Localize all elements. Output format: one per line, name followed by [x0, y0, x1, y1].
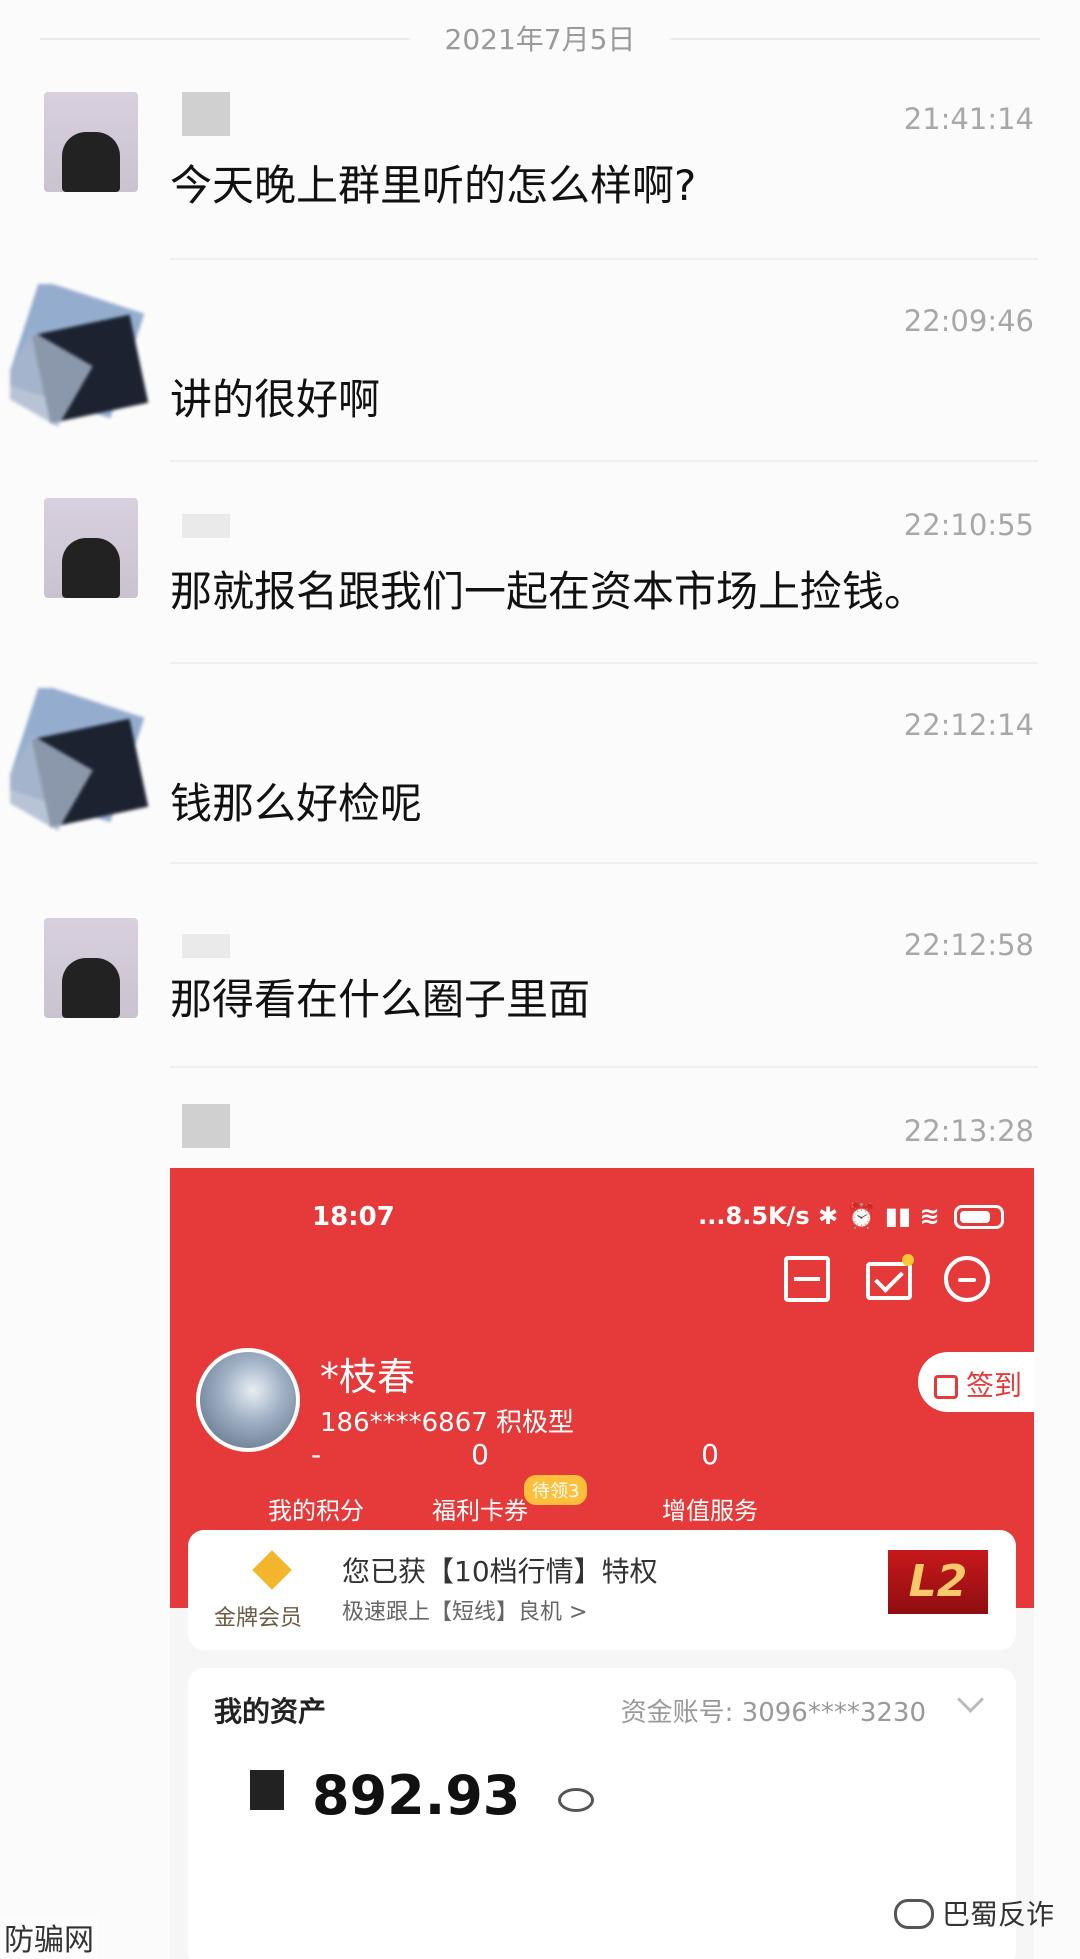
shared-screenshot[interactable]: 18:07 ...8.5K/s ✱ ⏰ ▮▮ ≋ *枝春 186****6867… — [170, 1168, 1034, 1959]
chat-message: 22:09:46 讲的很好啊 — [0, 284, 1080, 484]
customer-service-icon[interactable] — [944, 1256, 990, 1302]
message-text: 那得看在什么圈子里面 — [170, 975, 591, 1024]
message-divider — [170, 862, 1038, 864]
message-time: 22:13:28 — [903, 1114, 1034, 1148]
profile-name: *枝春 — [320, 1355, 416, 1399]
date-line-right — [670, 38, 1040, 40]
avatar[interactable] — [44, 918, 138, 1018]
watermark-right-text: 巴蜀反诈 — [941, 1898, 1054, 1931]
chat-message: 22:13:28 — [0, 1104, 1080, 1164]
chat-message: 22:12:58 那得看在什么圈子里面 — [0, 918, 1080, 1108]
message-text: 那就报名跟我们一起在资本市场上捡钱。 — [170, 567, 927, 616]
l2-badge: L2 — [888, 1550, 988, 1614]
mail-icon[interactable] — [866, 1262, 912, 1300]
message-divider — [170, 1066, 1038, 1068]
asset-icon — [250, 1770, 284, 1810]
sender-name-blurred — [182, 514, 230, 538]
message-time: 22:09:46 — [903, 304, 1034, 338]
avatar[interactable] — [44, 92, 138, 192]
message-text: 今天晚上群里听的怎么样啊? — [170, 161, 697, 210]
signal-icon: ▮▮ — [884, 1202, 912, 1230]
sender-name-blurred — [182, 934, 230, 958]
message-text: 讲的很好啊 — [170, 375, 381, 424]
date-separator: 2021年7月5日 — [0, 14, 1080, 64]
stat-services[interactable]: 0 增值服务 — [600, 1438, 820, 1526]
stat-value: 0 — [471, 1438, 489, 1471]
vip-banner[interactable]: 金牌会员 您已获【10档行情】特权 极速跟上【短线】良机 > L2 — [188, 1530, 1016, 1650]
message-time: 21:41:14 — [903, 102, 1034, 136]
calendar-check-icon — [934, 1375, 958, 1399]
message-time: 22:12:14 — [903, 708, 1034, 742]
asset-amount: 892.93 — [312, 1764, 521, 1827]
wechat-icon — [893, 1899, 934, 1929]
crown-icon — [252, 1550, 292, 1590]
watermark-left: 防骗网 — [0, 1915, 98, 1959]
message-text: 钱那么好检呢 — [170, 779, 423, 828]
vip-title: 您已获【10档行情】特权 — [342, 1555, 658, 1588]
stat-value: 0 — [701, 1438, 719, 1471]
stat-label: 增值服务 — [662, 1497, 758, 1525]
status-bar-time: 18:07 — [312, 1202, 395, 1232]
battery-icon — [954, 1205, 1004, 1229]
vip-subtitle[interactable]: 极速跟上【短线】良机 > — [342, 1594, 587, 1626]
account-number: 资金账号: 3096****3230 — [620, 1698, 926, 1728]
message-divider — [170, 662, 1038, 664]
chat-message: 21:41:14 今天晚上群里听的怎么样啊? — [0, 92, 1080, 282]
profile-avatar[interactable] — [196, 1348, 300, 1452]
checkin-label: 签到 — [966, 1369, 1023, 1402]
network-speed: ...8.5K/s — [698, 1202, 810, 1230]
vip-label: 金牌会员 — [214, 1606, 303, 1631]
status-bar-indicators: ...8.5K/s ✱ ⏰ ▮▮ ≋ — [698, 1202, 1004, 1230]
bluetooth-icon: ✱ — [818, 1202, 839, 1230]
profile-info: 186****6867 积极型 — [320, 1408, 575, 1438]
message-divider — [170, 258, 1038, 260]
message-time: 22:10:55 — [903, 508, 1034, 542]
sender-name-blurred — [182, 92, 230, 136]
watermark-right: 巴蜀反诈 — [893, 1893, 1054, 1933]
avatar[interactable] — [44, 498, 138, 598]
eye-icon[interactable] — [558, 1788, 594, 1812]
pending-badge: 待领3 — [524, 1475, 588, 1505]
message-divider — [170, 460, 1038, 462]
avatar[interactable] — [10, 688, 160, 838]
notification-dot — [902, 1254, 914, 1266]
message-time: 22:12:58 — [903, 928, 1034, 962]
chat-message: 22:12:14 钱那么好检呢 — [0, 688, 1080, 888]
checkin-button[interactable]: 签到 — [918, 1352, 1034, 1412]
assets-title: 我的资产 — [214, 1695, 327, 1728]
avatar[interactable] — [10, 284, 160, 434]
chevron-down-icon[interactable] — [957, 1686, 984, 1713]
chat-message: 22:10:55 那就报名跟我们一起在资本市场上捡钱。 — [0, 498, 1080, 688]
scan-icon[interactable] — [784, 1256, 830, 1302]
assets-card[interactable]: 我的资产 资金账号: 3096****3230 892.93 — [188, 1668, 1016, 1959]
sender-name-blurred — [182, 1104, 230, 1148]
wifi-icon: ≋ — [919, 1202, 940, 1230]
alarm-icon: ⏰ — [846, 1202, 877, 1230]
